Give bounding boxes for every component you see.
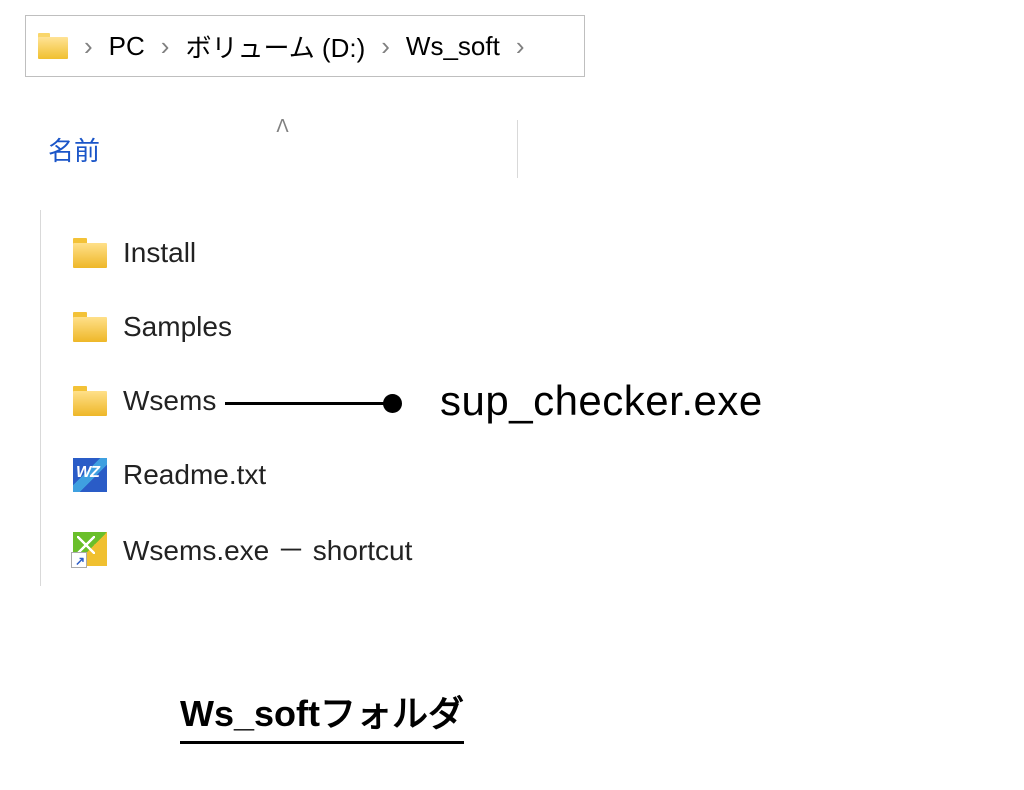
annotation-endpoint-dot: [383, 394, 402, 413]
file-name: Samples: [123, 311, 232, 343]
column-header[interactable]: ᐱ 名前: [48, 120, 518, 178]
file-name: Readme.txt: [123, 459, 266, 491]
breadcrumb[interactable]: › PC › ボリューム (D:) › Ws_soft ›: [25, 15, 585, 77]
breadcrumb-item-wssoft[interactable]: Ws_soft: [402, 31, 504, 62]
chevron-right-icon: ›: [153, 31, 178, 62]
breadcrumb-item-pc[interactable]: PC: [105, 31, 149, 62]
figure-caption: Ws_softフォルダ: [180, 685, 464, 744]
folder-icon: [73, 386, 107, 416]
sort-ascending-icon: ᐱ: [276, 116, 288, 137]
file-item-wsems-shortcut[interactable]: Wsems.exe － shortcut: [41, 512, 560, 586]
annotation-label: sup_checker.exe: [440, 377, 763, 425]
annotation-connector-line: [225, 402, 385, 405]
folder-icon: [73, 238, 107, 268]
file-name: Wsems: [123, 385, 216, 417]
file-item-install[interactable]: Install: [41, 216, 560, 290]
file-name: Install: [123, 237, 196, 269]
chevron-right-icon: ›: [76, 31, 101, 62]
file-name: Wsems.exe － shortcut: [123, 529, 412, 569]
folder-icon: [73, 312, 107, 342]
column-header-name: 名前: [48, 131, 140, 168]
file-item-readme[interactable]: Readme.txt: [41, 438, 560, 512]
file-item-samples[interactable]: Samples: [41, 290, 560, 364]
text-file-icon: [73, 458, 107, 492]
breadcrumb-item-volume[interactable]: ボリューム (D:): [181, 28, 369, 65]
shortcut-icon: [73, 532, 107, 566]
chevron-right-icon: ›: [508, 31, 533, 62]
folder-icon: [38, 33, 68, 59]
chevron-right-icon: ›: [373, 31, 398, 62]
